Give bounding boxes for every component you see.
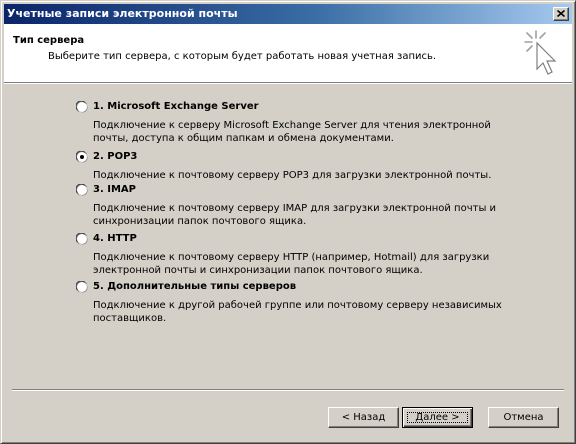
next-button[interactable]: Далее > <box>402 407 473 428</box>
option-label[interactable]: 4. HTTP <box>93 232 137 245</box>
radio-imap[interactable] <box>76 184 88 196</box>
window-title: Учетные записи электронной почты <box>7 7 238 20</box>
radio-http[interactable] <box>76 233 88 245</box>
focus-rectangle <box>407 412 468 423</box>
option-label[interactable]: 5. Дополнительные типы серверов <box>93 280 296 293</box>
header-separator <box>4 82 572 84</box>
close-button[interactable] <box>553 7 569 21</box>
option-description: Подключение к почтовому серверу HTTP (на… <box>93 252 490 276</box>
radio-pop3[interactable] <box>76 151 88 163</box>
footer-separator <box>12 389 564 391</box>
radio-other-servers[interactable] <box>76 281 88 293</box>
close-icon <box>557 10 565 17</box>
back-button[interactable]: < Назад <box>328 407 399 428</box>
wizard-cursor-icon <box>524 30 557 75</box>
wizard-header: Тип сервера Выберите тип сервера, с кото… <box>4 24 572 82</box>
option-label[interactable]: 3. IMAP <box>93 183 136 196</box>
dialog-window: Учетные записи электронной почты Тип сер… <box>0 0 576 444</box>
title-bar[interactable]: Учетные записи электронной почты <box>4 4 572 24</box>
radio-exchange[interactable] <box>76 101 88 113</box>
header-subtitle: Выберите тип сервера, с которым будет ра… <box>48 51 437 62</box>
option-description: Подключение к другой рабочей группе или … <box>93 300 502 324</box>
option-label[interactable]: 2. POP3 <box>93 150 137 163</box>
option-label[interactable]: 1. Microsoft Exchange Server <box>93 100 259 113</box>
option-description: Подключение к почтовому серверу POP3 для… <box>93 170 492 181</box>
header-title: Тип сервера <box>13 35 85 46</box>
cancel-button[interactable]: Отмена <box>488 407 559 428</box>
option-description: Подключение к серверу Microsoft Exchange… <box>93 120 491 144</box>
option-description: Подключение к почтовому серверу IMAP для… <box>93 203 497 227</box>
